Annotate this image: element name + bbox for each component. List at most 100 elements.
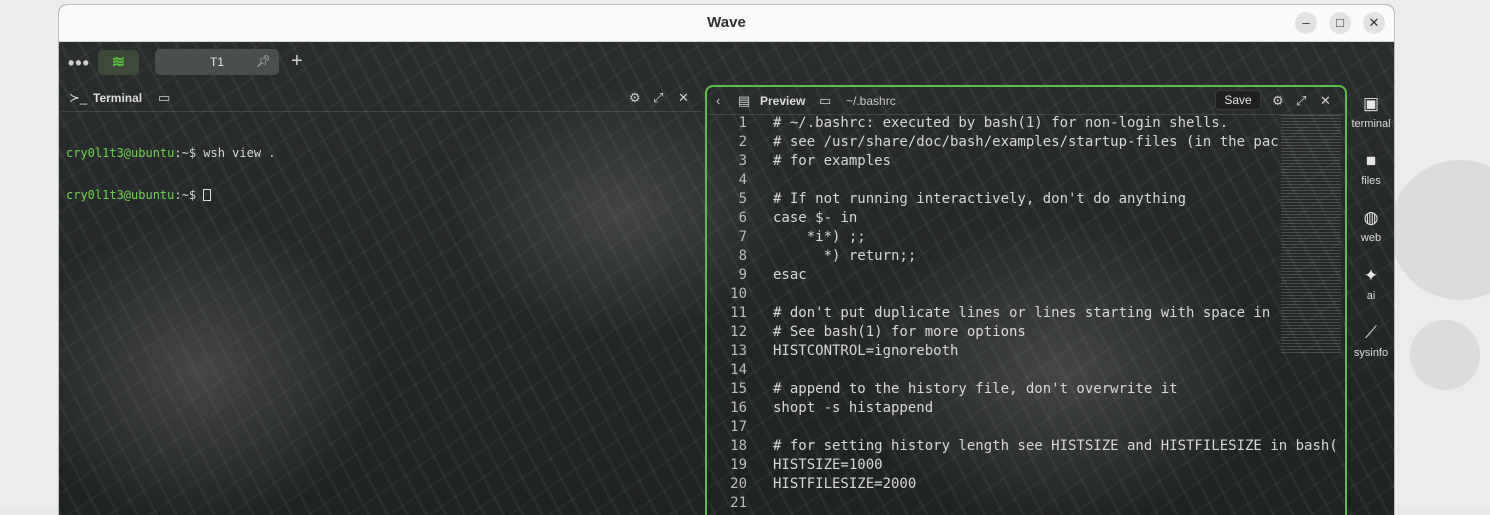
sparkle-icon: ✦	[1363, 266, 1379, 285]
terminal-line: cry0l1t3@ubuntu:~$	[66, 188, 276, 202]
line-number: 18	[730, 438, 747, 454]
more-menu-icon[interactable]: •••	[68, 53, 90, 74]
code-line: 9 esac	[707, 267, 1345, 286]
code-line: 11 # don't put duplicate lines or lines s…	[707, 305, 1345, 324]
connection-icon[interactable]: ▭	[819, 93, 831, 109]
code-line: 5 # If not running interactively, don't d…	[707, 191, 1345, 210]
code-line: 17	[707, 419, 1345, 438]
line-number: 17	[730, 419, 747, 435]
code-editor[interactable]: 1 # ~/.bashrc: executed by bash(1) for no…	[707, 115, 1345, 515]
wave-logo-icon: ≋	[111, 54, 126, 71]
prompt-user: cry0l1t3@ubuntu	[66, 146, 175, 160]
line-text: HISTSIZE=1000	[773, 457, 883, 473]
settings-icon[interactable]: ⚙	[1272, 93, 1284, 109]
code-line: 19 HISTSIZE=1000	[707, 457, 1345, 476]
code-line: 6 case $- in	[707, 210, 1345, 229]
sidebar-item-files[interactable]: ■ files	[1348, 151, 1394, 187]
code-line: 14	[707, 362, 1345, 381]
desktop-decoration	[1390, 160, 1490, 300]
close-icon: ✕	[1368, 15, 1380, 30]
code-line: 1 # ~/.bashrc: executed by bash(1) for no…	[707, 115, 1345, 134]
sidebar-item-ai[interactable]: ✦ ai	[1348, 266, 1394, 302]
line-text: HISTCONTROL=ignoreboth	[773, 343, 959, 359]
line-text: *) return;;	[773, 248, 917, 264]
terminal-icon: ▣	[1362, 94, 1380, 113]
code-line: 12 # See bash(1) for more options	[707, 324, 1345, 343]
sidebar-item-label: sysinfo	[1353, 347, 1389, 359]
code-line: 16 shopt -s histappend	[707, 400, 1345, 419]
line-number: 2	[738, 134, 747, 150]
line-text: # ~/.bashrc: executed by bash(1) for non…	[773, 115, 1229, 131]
line-number: 16	[730, 400, 747, 416]
line-number: 15	[730, 381, 747, 397]
line-text: case $- in	[773, 210, 858, 226]
preview-header: ‹ ▤ Preview ▭ ~/.bashrc Save ⚙ ⤢ ✕	[707, 87, 1345, 115]
terminal-cursor	[203, 189, 212, 201]
line-text: # for setting history length see HISTSIZ…	[773, 438, 1338, 454]
line-text: # don't put duplicate lines or lines sta…	[773, 305, 1271, 321]
line-number: 21	[730, 495, 747, 511]
code-line: 3 # for examples	[707, 153, 1345, 172]
preview-pane[interactable]: ‹ ▤ Preview ▭ ~/.bashrc Save ⚙ ⤢ ✕ 1 # ~/…	[705, 85, 1347, 515]
save-button[interactable]: Save	[1215, 90, 1261, 110]
line-number: 4	[738, 172, 747, 188]
line-number: 9	[738, 267, 747, 283]
close-pane-icon[interactable]: ✕	[1320, 93, 1331, 109]
line-number: 20	[730, 476, 747, 492]
terminal-title: Terminal	[93, 91, 143, 105]
terminal-output[interactable]: cry0l1t3@ubuntu:~$ wsh view . cry0l1t3@u…	[66, 118, 276, 230]
sidebar-item-label: terminal	[1351, 118, 1391, 130]
connection-icon[interactable]: ▭	[158, 90, 170, 106]
settings-icon[interactable]: ⚙	[629, 90, 641, 106]
file-path[interactable]: ~/.bashrc	[846, 94, 896, 108]
code-line: 7 *i*) ;;	[707, 229, 1345, 248]
line-number: 8	[738, 248, 747, 264]
workspace-switcher-button[interactable]: ≋	[98, 50, 139, 75]
file-icon: ▤	[738, 93, 751, 108]
code-minimap[interactable]	[1281, 115, 1341, 355]
line-number: 3	[738, 153, 747, 169]
tab-bar: ••• ≋ T1 📌︎ +	[59, 42, 1394, 82]
code-line: 4	[707, 172, 1345, 191]
widget-sidebar: ▣ terminal ■ files ◍ web ✦ ai ⟋ sysinfo	[1348, 82, 1394, 412]
magnify-icon[interactable]: ⤢	[653, 90, 663, 106]
terminal-pane[interactable]: ≻_ Terminal ▭ ⚙ ⤢ ✕ cry0l1t3@ubuntu:~$ w…	[62, 84, 702, 515]
line-text: # for examples	[773, 153, 892, 169]
sidebar-item-label: ai	[1366, 290, 1376, 302]
globe-icon: ◍	[1363, 208, 1379, 227]
add-tab-button[interactable]: +	[291, 50, 303, 73]
sidebar-item-web[interactable]: ◍ web	[1348, 208, 1394, 244]
sidebar-item-label: files	[1361, 175, 1381, 187]
back-icon[interactable]: ‹	[716, 93, 720, 108]
line-text: # append to the history file, don't over…	[773, 381, 1178, 397]
maximize-icon: □	[1336, 15, 1344, 30]
code-line: 21	[707, 495, 1345, 514]
pin-icon[interactable]: 📌︎	[256, 54, 271, 68]
line-number: 11	[730, 305, 747, 321]
code-line: 10	[707, 286, 1345, 305]
terminal-icon: ≻_	[69, 90, 88, 105]
magnify-icon[interactable]: ⤢	[1296, 93, 1306, 109]
sidebar-item-sysinfo[interactable]: ⟋ sysinfo	[1348, 323, 1394, 359]
code-line: 13 HISTCONTROL=ignoreboth	[707, 343, 1345, 362]
app-window: Wave – □ ✕ ••• ≋ T1 📌︎ + ≻_ Terminal ▭ ⚙…	[59, 5, 1394, 515]
close-button[interactable]: ✕	[1363, 12, 1385, 34]
desktop-decoration	[1410, 320, 1480, 390]
code-line: 8 *) return;;	[707, 248, 1345, 267]
sidebar-item-terminal[interactable]: ▣ terminal	[1348, 94, 1394, 130]
tab-t1[interactable]: T1 📌︎	[155, 49, 279, 75]
code-line: 20 HISTFILESIZE=2000	[707, 476, 1345, 495]
line-text: # see /usr/share/doc/bash/examples/start…	[773, 134, 1279, 150]
minimize-button[interactable]: –	[1295, 12, 1317, 34]
preview-title: Preview	[760, 94, 806, 108]
sidebar-item-label: web	[1360, 232, 1382, 244]
maximize-button[interactable]: □	[1329, 12, 1351, 34]
close-pane-icon[interactable]: ✕	[678, 90, 689, 106]
line-number: 19	[730, 457, 747, 473]
line-text: # See bash(1) for more options	[773, 324, 1026, 340]
terminal-header: ≻_ Terminal ▭ ⚙ ⤢ ✕	[62, 84, 702, 112]
line-number: 5	[738, 191, 747, 207]
minimize-icon: –	[1302, 15, 1310, 30]
code-line: 18 # for setting history length see HISTS…	[707, 438, 1345, 457]
line-text: esac	[773, 267, 807, 283]
